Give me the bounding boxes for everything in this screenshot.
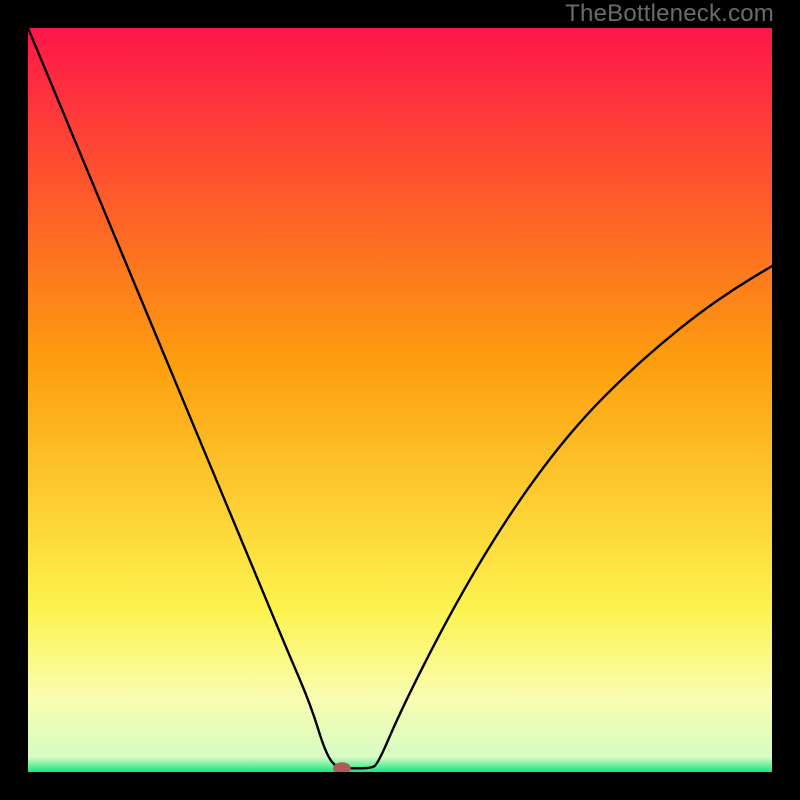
gradient-background <box>28 28 772 772</box>
watermark-label: TheBottleneck.com <box>565 0 774 28</box>
plot-area <box>28 28 772 772</box>
chart-svg <box>28 28 772 772</box>
chart-frame: TheBottleneck.com <box>0 0 800 800</box>
